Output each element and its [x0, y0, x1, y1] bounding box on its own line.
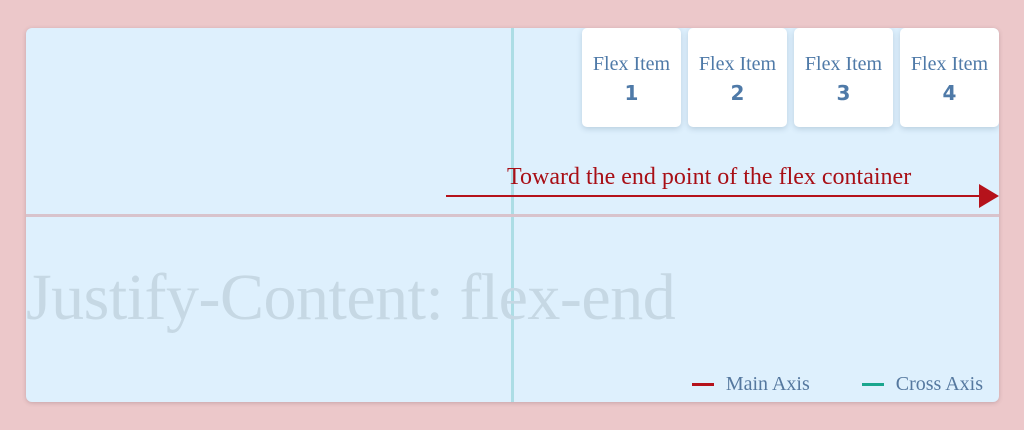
main-axis-swatch — [691, 383, 714, 386]
flex-item-number: 1 — [624, 81, 639, 105]
flex-item-3: Flex Item 3 — [794, 28, 893, 127]
justify-content-watermark: Justify-Content: flex-end — [26, 261, 676, 334]
flex-item-4: Flex Item 4 — [900, 28, 999, 127]
flex-item-2: Flex Item 2 — [688, 28, 787, 127]
axis-legend: Main Axis Cross Axis — [691, 373, 983, 396]
flex-item-number: 4 — [942, 81, 957, 105]
cross-axis-swatch — [861, 383, 884, 386]
flex-container: Flex Item 1 Flex Item 2 Flex Item 3 Flex… — [26, 28, 999, 402]
legend-label: Main Axis — [725, 373, 810, 395]
legend-label: Cross Axis — [895, 373, 983, 395]
legend-item-main-axis: Main Axis — [691, 373, 810, 396]
flex-items-group: Flex Item 1 Flex Item 2 Flex Item 3 Flex… — [582, 28, 999, 127]
flex-item-label: Flex Item — [698, 53, 777, 75]
legend-item-cross-axis: Cross Axis — [861, 373, 983, 396]
flex-item-number: 3 — [836, 81, 851, 105]
main-axis-arrow-icon — [446, 184, 999, 208]
flex-item-number: 2 — [730, 81, 745, 105]
flex-item-label: Flex Item — [592, 53, 671, 75]
flex-item-1: Flex Item 1 — [582, 28, 681, 127]
main-axis-line — [26, 214, 999, 217]
flex-item-label: Flex Item — [804, 53, 883, 75]
flex-item-label: Flex Item — [910, 53, 989, 75]
